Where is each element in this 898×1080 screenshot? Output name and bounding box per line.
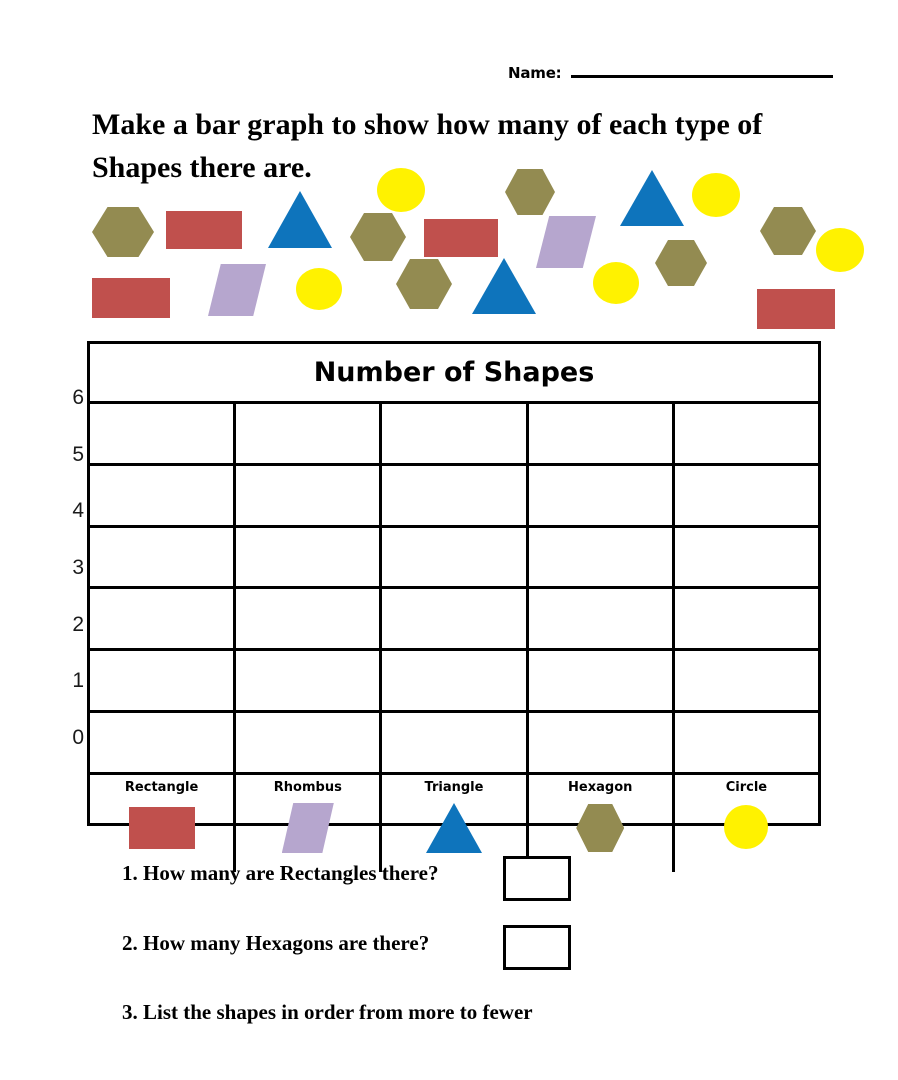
grid-cell[interactable] — [529, 527, 675, 587]
grid-cell[interactable] — [529, 404, 675, 463]
y-axis: 6 5 4 3 2 1 0 — [40, 386, 84, 749]
rhombus-shape — [536, 216, 596, 268]
rhombus-shape — [208, 264, 266, 316]
grid-cell[interactable] — [90, 404, 237, 463]
rectangle-shape — [424, 219, 498, 257]
triangle-icon — [426, 803, 482, 853]
grid-cell[interactable] — [236, 713, 383, 772]
grid-row — [90, 589, 818, 652]
grid-cell[interactable] — [236, 527, 383, 587]
grid-cell[interactable] — [90, 589, 237, 649]
grid-cell[interactable] — [382, 527, 529, 587]
y-tick-6: 6 — [72, 386, 84, 409]
answer-box-2[interactable] — [503, 925, 571, 970]
plot-area[interactable] — [90, 404, 818, 772]
legend-cell-rectangle: Rectangle — [90, 775, 237, 872]
page-title: Make a bar graph to show how many of eac… — [92, 108, 763, 184]
grid-row — [90, 404, 818, 466]
category-legend-row: Rectangle Rhombus Triangle Hexagon Circle — [90, 772, 818, 872]
grid-cell[interactable] — [675, 589, 818, 648]
category-swatch-triangle — [416, 801, 492, 853]
circle-icon — [724, 805, 769, 849]
grid-cell[interactable] — [90, 465, 237, 525]
grid-cell[interactable] — [236, 404, 383, 463]
hexagon-icon — [576, 804, 625, 852]
grid-cell[interactable] — [236, 589, 383, 649]
legend-cell-circle: Circle — [675, 775, 818, 872]
grid-cell[interactable] — [529, 465, 675, 525]
grid-cell[interactable] — [529, 589, 675, 649]
category-swatch-hexagon — [562, 801, 638, 853]
grid-cell[interactable] — [675, 651, 818, 710]
bar-graph-grid: Number of Shapes Rectangle Rhombus Triangl… — [87, 341, 821, 872]
category-label-hexagon: Hexagon — [568, 780, 633, 795]
y-tick-1: 1 — [72, 669, 84, 693]
grid-cell[interactable] — [382, 465, 529, 525]
circle-shape — [296, 268, 342, 310]
rhombus-icon — [281, 803, 334, 853]
chart-title: Number of Shapes — [90, 344, 818, 404]
grid-cell[interactable] — [382, 404, 529, 463]
name-field-row: Name: — [508, 64, 834, 82]
y-tick-5: 5 — [72, 442, 84, 466]
grid-row — [90, 713, 818, 772]
grid-cell[interactable] — [382, 713, 529, 772]
category-label-rhombus: Rhombus — [273, 780, 342, 795]
triangle-shape — [268, 191, 332, 248]
question-1: 1. How many are Rectangles there? — [122, 861, 439, 885]
rectangle-shape — [166, 211, 242, 249]
legend-cell-rhombus: Rhombus — [236, 775, 383, 872]
grid-cell[interactable] — [529, 713, 675, 772]
answer-box-1[interactable] — [503, 856, 571, 901]
category-label-rectangle: Rectangle — [124, 780, 199, 795]
category-swatch-circle — [708, 801, 784, 853]
grid-cell[interactable] — [675, 528, 818, 587]
name-write-line[interactable] — [571, 75, 834, 78]
grid-cell[interactable] — [382, 589, 529, 649]
rectangle-shape — [92, 278, 170, 318]
hexagon-shape — [655, 239, 707, 287]
name-label: Name: — [508, 64, 562, 82]
question-2: 2. How many Hexagons are there? — [122, 931, 430, 955]
grid-row — [90, 527, 818, 590]
grid-cell[interactable] — [675, 466, 818, 525]
hexagon-shape — [760, 207, 816, 255]
category-swatch-rhombus — [270, 801, 346, 853]
y-tick-3: 3 — [72, 556, 84, 579]
rectangle-icon — [128, 807, 195, 849]
category-label-circle: Circle — [725, 780, 768, 795]
grid-row — [90, 465, 818, 528]
grid-row — [90, 651, 818, 714]
y-tick-4: 4 — [72, 499, 84, 523]
circle-shape — [816, 228, 864, 272]
category-swatch-rectangle — [124, 801, 200, 853]
grid-cell[interactable] — [529, 651, 675, 711]
grid-cell[interactable] — [236, 651, 383, 711]
grid-cell[interactable] — [675, 713, 818, 772]
hexagon-shape — [92, 207, 154, 257]
grid-cell[interactable] — [90, 713, 237, 772]
grid-cell[interactable] — [675, 404, 818, 463]
grid-cell[interactable] — [236, 465, 383, 525]
triangle-shape — [472, 258, 536, 314]
hexagon-shape — [396, 259, 452, 309]
y-tick-2: 2 — [72, 612, 84, 636]
y-tick-0: 0 — [72, 726, 84, 749]
category-label-triangle: Triangle — [424, 780, 484, 795]
question-3: 3. List the shapes in order from more to… — [122, 1000, 533, 1024]
hexagon-shape — [350, 213, 406, 261]
rectangle-shape — [757, 289, 835, 329]
grid-cell[interactable] — [382, 651, 529, 711]
grid-cell[interactable] — [90, 651, 237, 711]
circle-shape — [593, 262, 639, 304]
grid-cell[interactable] — [90, 527, 237, 587]
